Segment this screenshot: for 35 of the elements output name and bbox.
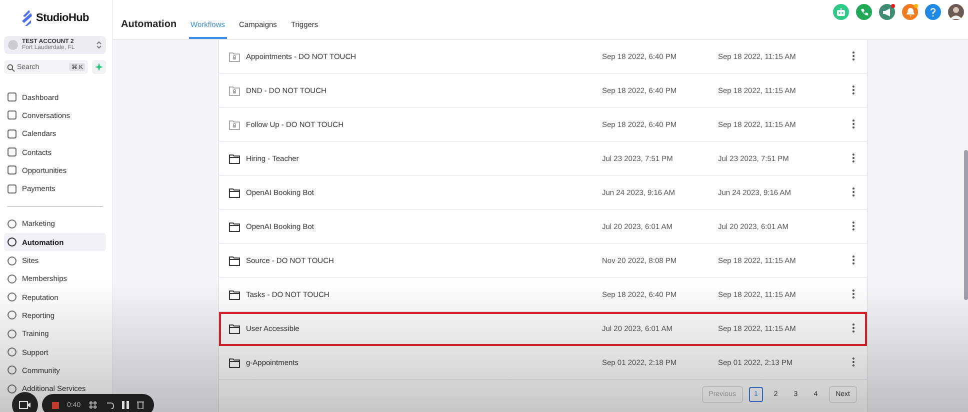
megaphone-icon [882, 8, 892, 16]
camera-icon [19, 401, 31, 409]
robot-icon [836, 7, 846, 17]
folder-icon [229, 324, 240, 334]
scrollbar[interactable] [964, 150, 968, 300]
locked-folder-icon [229, 52, 240, 62]
notification-dot [891, 4, 895, 8]
folder-icon [229, 358, 240, 368]
megaphone-button[interactable] [879, 4, 895, 20]
locked-folder-icon [229, 120, 240, 130]
folder-icon [229, 188, 240, 198]
user-icon [8, 40, 18, 50]
bell-button[interactable] [902, 4, 918, 20]
trash-icon [136, 401, 144, 409]
pause-icon [122, 401, 129, 409]
notification-dot [914, 4, 918, 8]
help-icon [930, 8, 936, 16]
page-title: Automation [121, 19, 177, 32]
sparkle-icon [95, 63, 103, 71]
avatar[interactable] [948, 4, 964, 20]
folder-icon [229, 222, 240, 232]
bell-icon [906, 7, 914, 17]
phone-button[interactable] [856, 4, 872, 20]
folder-icon [229, 154, 240, 164]
chevron-updown-icon [96, 40, 102, 50]
person-silhouette-icon [949, 5, 963, 19]
locked-folder-icon [229, 86, 240, 96]
help-button[interactable] [925, 4, 941, 20]
folder-icon [229, 290, 240, 300]
logo-icon [21, 10, 34, 26]
phone-icon [860, 8, 868, 16]
stop-icon [52, 402, 59, 408]
brand-name: StudioHub [36, 12, 89, 24]
folder-icon [229, 256, 240, 266]
grid-dots-icon [88, 401, 97, 409]
